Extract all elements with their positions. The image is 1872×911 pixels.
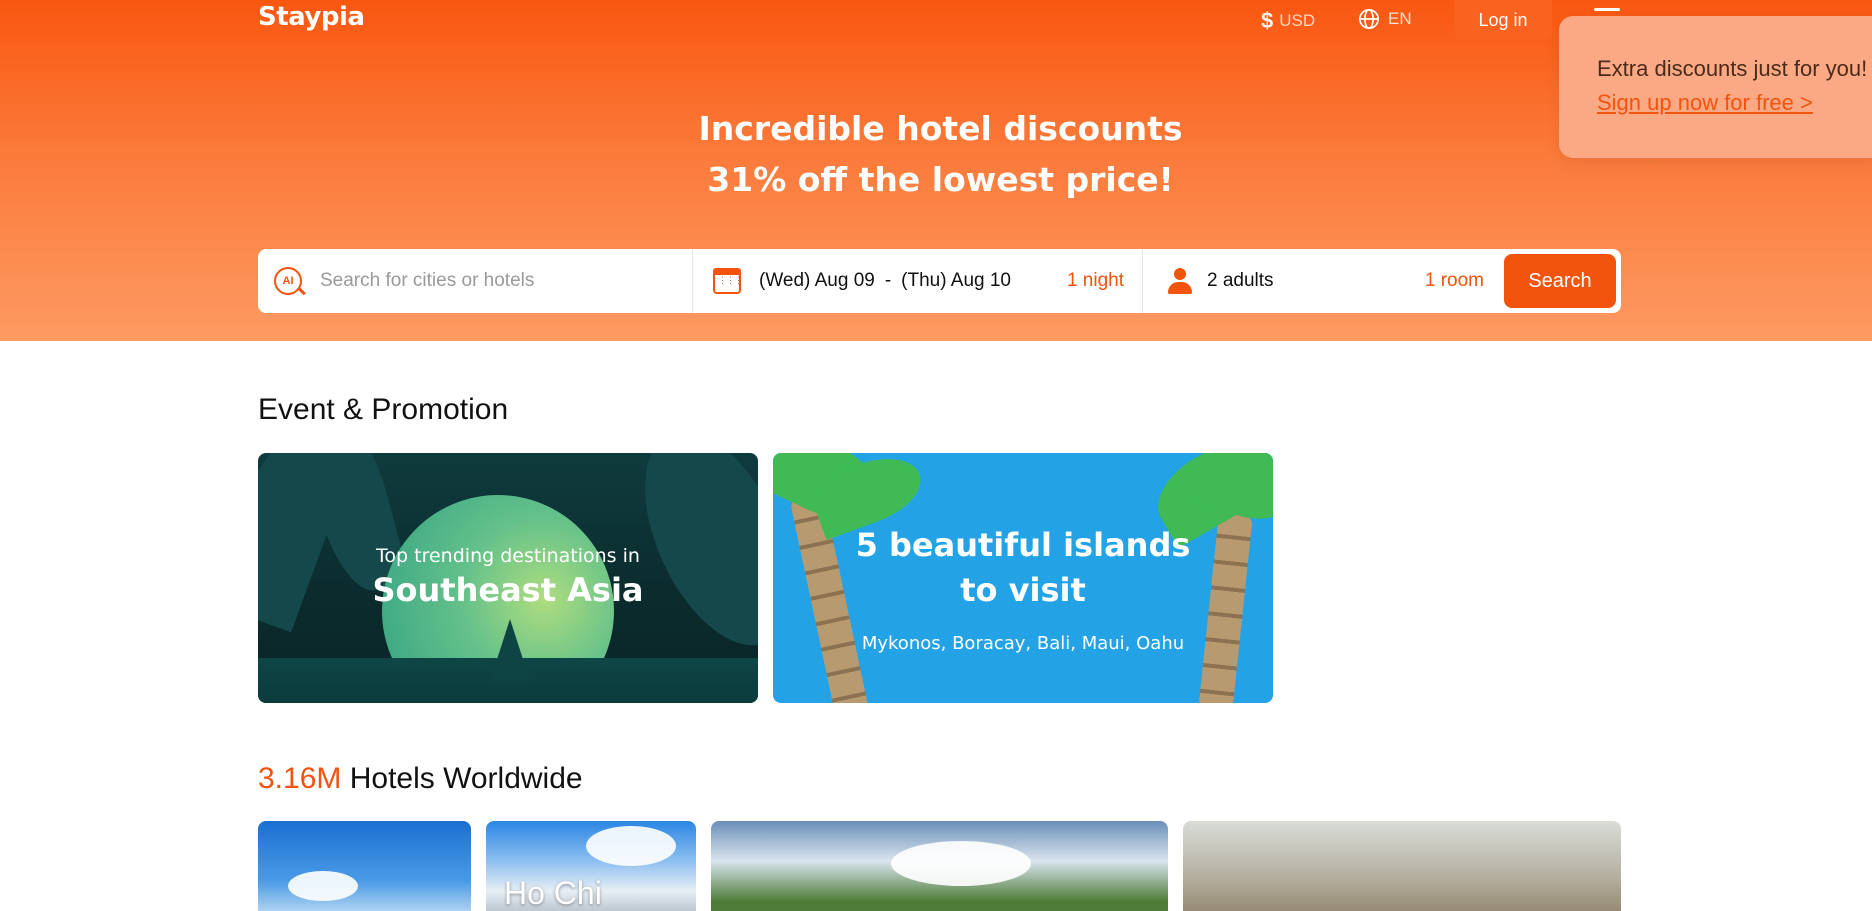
signup-popup: Extra discounts just for you! Sign up no… xyxy=(1559,16,1872,158)
city-card-ho-chi-minh[interactable]: Ho Chi xyxy=(486,821,696,911)
logo[interactable]: Staypia xyxy=(258,2,365,32)
cloud-decoration xyxy=(288,871,358,901)
destination-field[interactable]: AI xyxy=(258,249,693,313)
promotions-title: Event & Promotion xyxy=(258,393,509,426)
ai-search-icon: AI xyxy=(274,267,302,295)
promo-title-line-1: 5 beautiful islands xyxy=(855,526,1191,564)
city-card[interactable] xyxy=(258,821,471,911)
dollar-icon: $ xyxy=(1261,8,1274,33)
language-label: EN xyxy=(1388,9,1412,28)
search-bar: AI (Wed) Aug 09 - (Thu) Aug 10 1 night 2… xyxy=(258,249,1621,313)
promo-title-line-2: to visit xyxy=(960,571,1086,609)
city-card[interactable] xyxy=(711,821,1168,911)
promo-subtitle: Top trending destinations in xyxy=(376,545,640,567)
city-label: Ho Chi xyxy=(504,875,602,911)
promo-title: 5 beautiful islands to visit xyxy=(773,523,1273,613)
adults-count: 2 adults xyxy=(1207,270,1274,291)
hero-line-2: 31% off the lowest price! xyxy=(707,160,1174,199)
currency-label: USD xyxy=(1279,11,1316,30)
language-selector[interactable]: EN xyxy=(1358,8,1412,30)
hotels-title: 3.16M Hotels Worldwide xyxy=(258,762,583,796)
globe-icon xyxy=(1359,9,1379,29)
search-input[interactable] xyxy=(320,270,680,292)
login-button[interactable]: Log in xyxy=(1454,0,1552,40)
city-card[interactable] xyxy=(1183,821,1621,911)
temple-illustration xyxy=(490,619,530,681)
hotels-title-text: Hotels Worldwide xyxy=(341,762,583,795)
hotels-count: 3.16M xyxy=(258,762,342,795)
checkin-date: (Wed) Aug 09 xyxy=(759,270,875,291)
popup-text: Extra discounts just for you! xyxy=(1597,56,1868,81)
date-separator: - xyxy=(884,270,892,291)
promo-title: Southeast Asia xyxy=(372,571,644,609)
nights-count: 1 night xyxy=(1066,270,1124,291)
currency-selector[interactable]: $ USD xyxy=(1261,8,1315,34)
guests-selector[interactable]: 2 adults 1 room Search xyxy=(1143,249,1621,313)
promo-card-southeast-asia[interactable]: Top trending destinations in Southeast A… xyxy=(258,453,758,703)
rooms-count: 1 room xyxy=(1424,270,1484,291)
person-icon xyxy=(1167,267,1193,295)
signup-link[interactable]: Sign up now for free > xyxy=(1597,90,1813,116)
promo-subtitle: Mykonos, Boracay, Bali, Maui, Oahu xyxy=(861,633,1185,654)
cloud-decoration xyxy=(891,841,1031,886)
date-picker[interactable]: (Wed) Aug 09 - (Thu) Aug 10 1 night xyxy=(693,249,1143,313)
calendar-icon xyxy=(713,268,742,294)
cloud-decoration xyxy=(586,826,676,866)
promo-card-islands[interactable]: 5 beautiful islands to visit Mykonos, Bo… xyxy=(773,453,1273,703)
search-button[interactable]: Search xyxy=(1504,254,1616,308)
checkout-date: (Thu) Aug 10 xyxy=(901,270,1011,291)
